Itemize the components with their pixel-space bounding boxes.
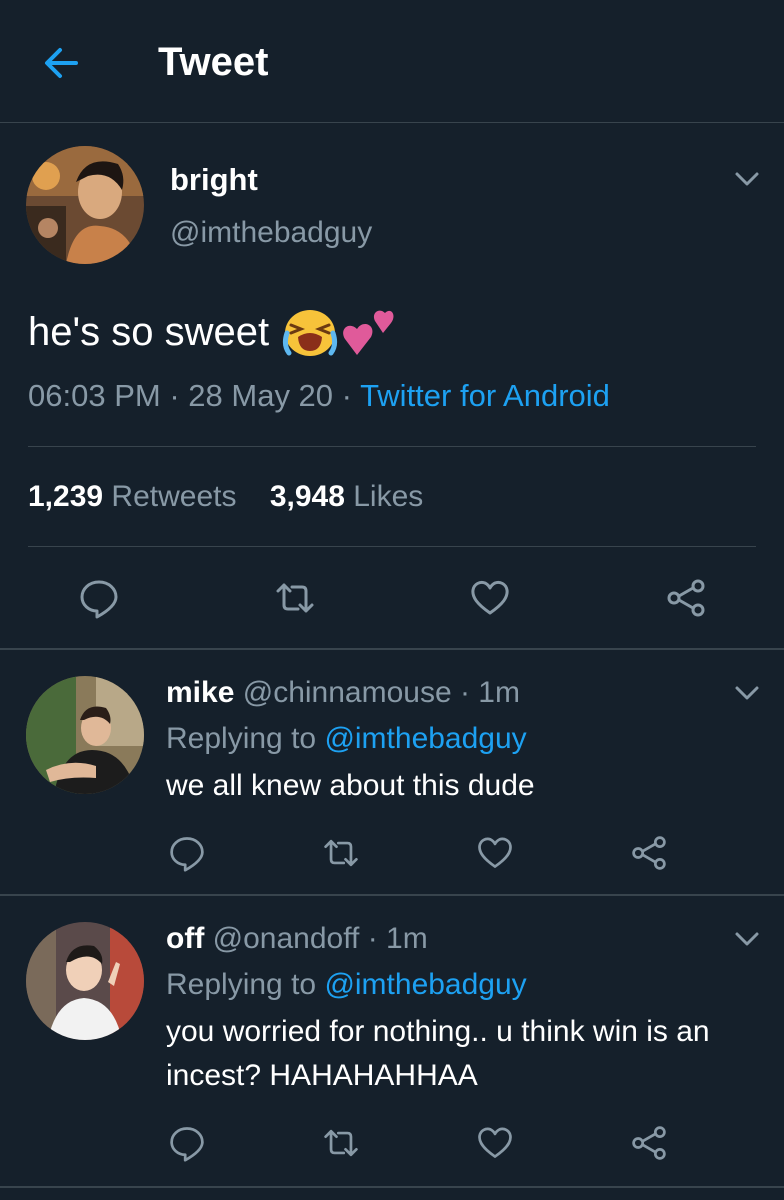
- section-separator: [0, 1186, 784, 1188]
- share-icon[interactable]: [630, 834, 668, 872]
- section-separator: [0, 648, 784, 650]
- meta-separator-2: ·: [341, 378, 352, 413]
- retweets-stat[interactable]: 1,239 Retweets: [28, 480, 236, 513]
- author-name[interactable]: bright: [170, 162, 258, 198]
- reply-author-handle[interactable]: @chinnamouse: [243, 676, 452, 709]
- crying-face-emoji-icon: [281, 307, 339, 357]
- replying-to-line: Replying to @imthebadguy: [166, 968, 527, 1002]
- reply-icon[interactable]: [78, 577, 120, 619]
- reply-avatar[interactable]: [26, 676, 144, 794]
- like-heart-icon[interactable]: [469, 577, 511, 619]
- reply-text: you worried for nothing.. u think win is…: [166, 1015, 710, 1092]
- replying-to-line: Replying to @imthebadguy: [166, 722, 527, 756]
- reply-header: mike @chinnamouse · 1m: [166, 676, 520, 710]
- tweet-stats: 1,239 Retweets 3,948 Likes: [28, 480, 423, 514]
- reply-icon[interactable]: [168, 834, 206, 872]
- back-arrow-icon[interactable]: [40, 42, 82, 84]
- author-avatar[interactable]: [26, 146, 144, 264]
- reply-author-name[interactable]: mike: [166, 676, 234, 709]
- chevron-down-icon[interactable]: [734, 684, 760, 702]
- emoji-group: [281, 303, 395, 361]
- retweet-icon[interactable]: [322, 1124, 360, 1162]
- reply-author-handle[interactable]: @onandoff: [213, 922, 360, 955]
- retweet-icon[interactable]: [322, 834, 360, 872]
- likes-count: 3,948: [269, 480, 345, 513]
- retweets-count: 1,239: [28, 480, 104, 513]
- divider: [28, 446, 756, 447]
- top-bar: Tweet: [0, 0, 784, 123]
- likes-label: Likes: [353, 480, 424, 513]
- replying-to-label: Replying to: [166, 722, 317, 755]
- share-icon[interactable]: [630, 1124, 668, 1162]
- reply-header: off @onandoff · 1m: [166, 922, 428, 956]
- share-icon[interactable]: [665, 577, 707, 619]
- tweet-source-link[interactable]: Twitter for Android: [360, 378, 610, 413]
- tweet-meta: 06:03 PM · 28 May 20 · Twitter for Andro…: [28, 378, 610, 414]
- replying-to-link[interactable]: @imthebadguy: [324, 722, 526, 755]
- tweet-date: 28 May 20: [188, 378, 334, 413]
- reply-time: · 1m: [367, 922, 428, 955]
- like-heart-icon[interactable]: [476, 834, 514, 872]
- chevron-down-icon[interactable]: [734, 930, 760, 948]
- tweet-text: he's so sweet: [28, 303, 395, 361]
- tweet-text-content: he's so sweet: [28, 309, 270, 354]
- like-heart-icon[interactable]: [476, 1124, 514, 1162]
- replying-to-link[interactable]: @imthebadguy: [324, 968, 526, 1001]
- divider: [28, 546, 756, 547]
- tweet-time: 06:03 PM: [28, 378, 161, 413]
- two-hearts-emoji-icon: [339, 303, 395, 361]
- reply-time: · 1m: [459, 676, 520, 709]
- likes-stat[interactable]: 3,948 Likes: [270, 480, 423, 513]
- chevron-down-icon[interactable]: [734, 170, 760, 188]
- author-handle[interactable]: @imthebadguy: [170, 216, 372, 250]
- retweet-icon[interactable]: [274, 577, 316, 619]
- reply-text: we all knew about this dude: [166, 769, 535, 802]
- reply-icon[interactable]: [168, 1124, 206, 1162]
- section-separator: [0, 894, 784, 896]
- retweets-label: Retweets: [111, 480, 237, 513]
- page-title: Tweet: [158, 40, 269, 84]
- meta-separator: ·: [169, 378, 180, 413]
- reply-avatar[interactable]: [26, 922, 144, 1040]
- replying-to-label: Replying to: [166, 968, 317, 1001]
- reply-author-name[interactable]: off: [166, 922, 204, 955]
